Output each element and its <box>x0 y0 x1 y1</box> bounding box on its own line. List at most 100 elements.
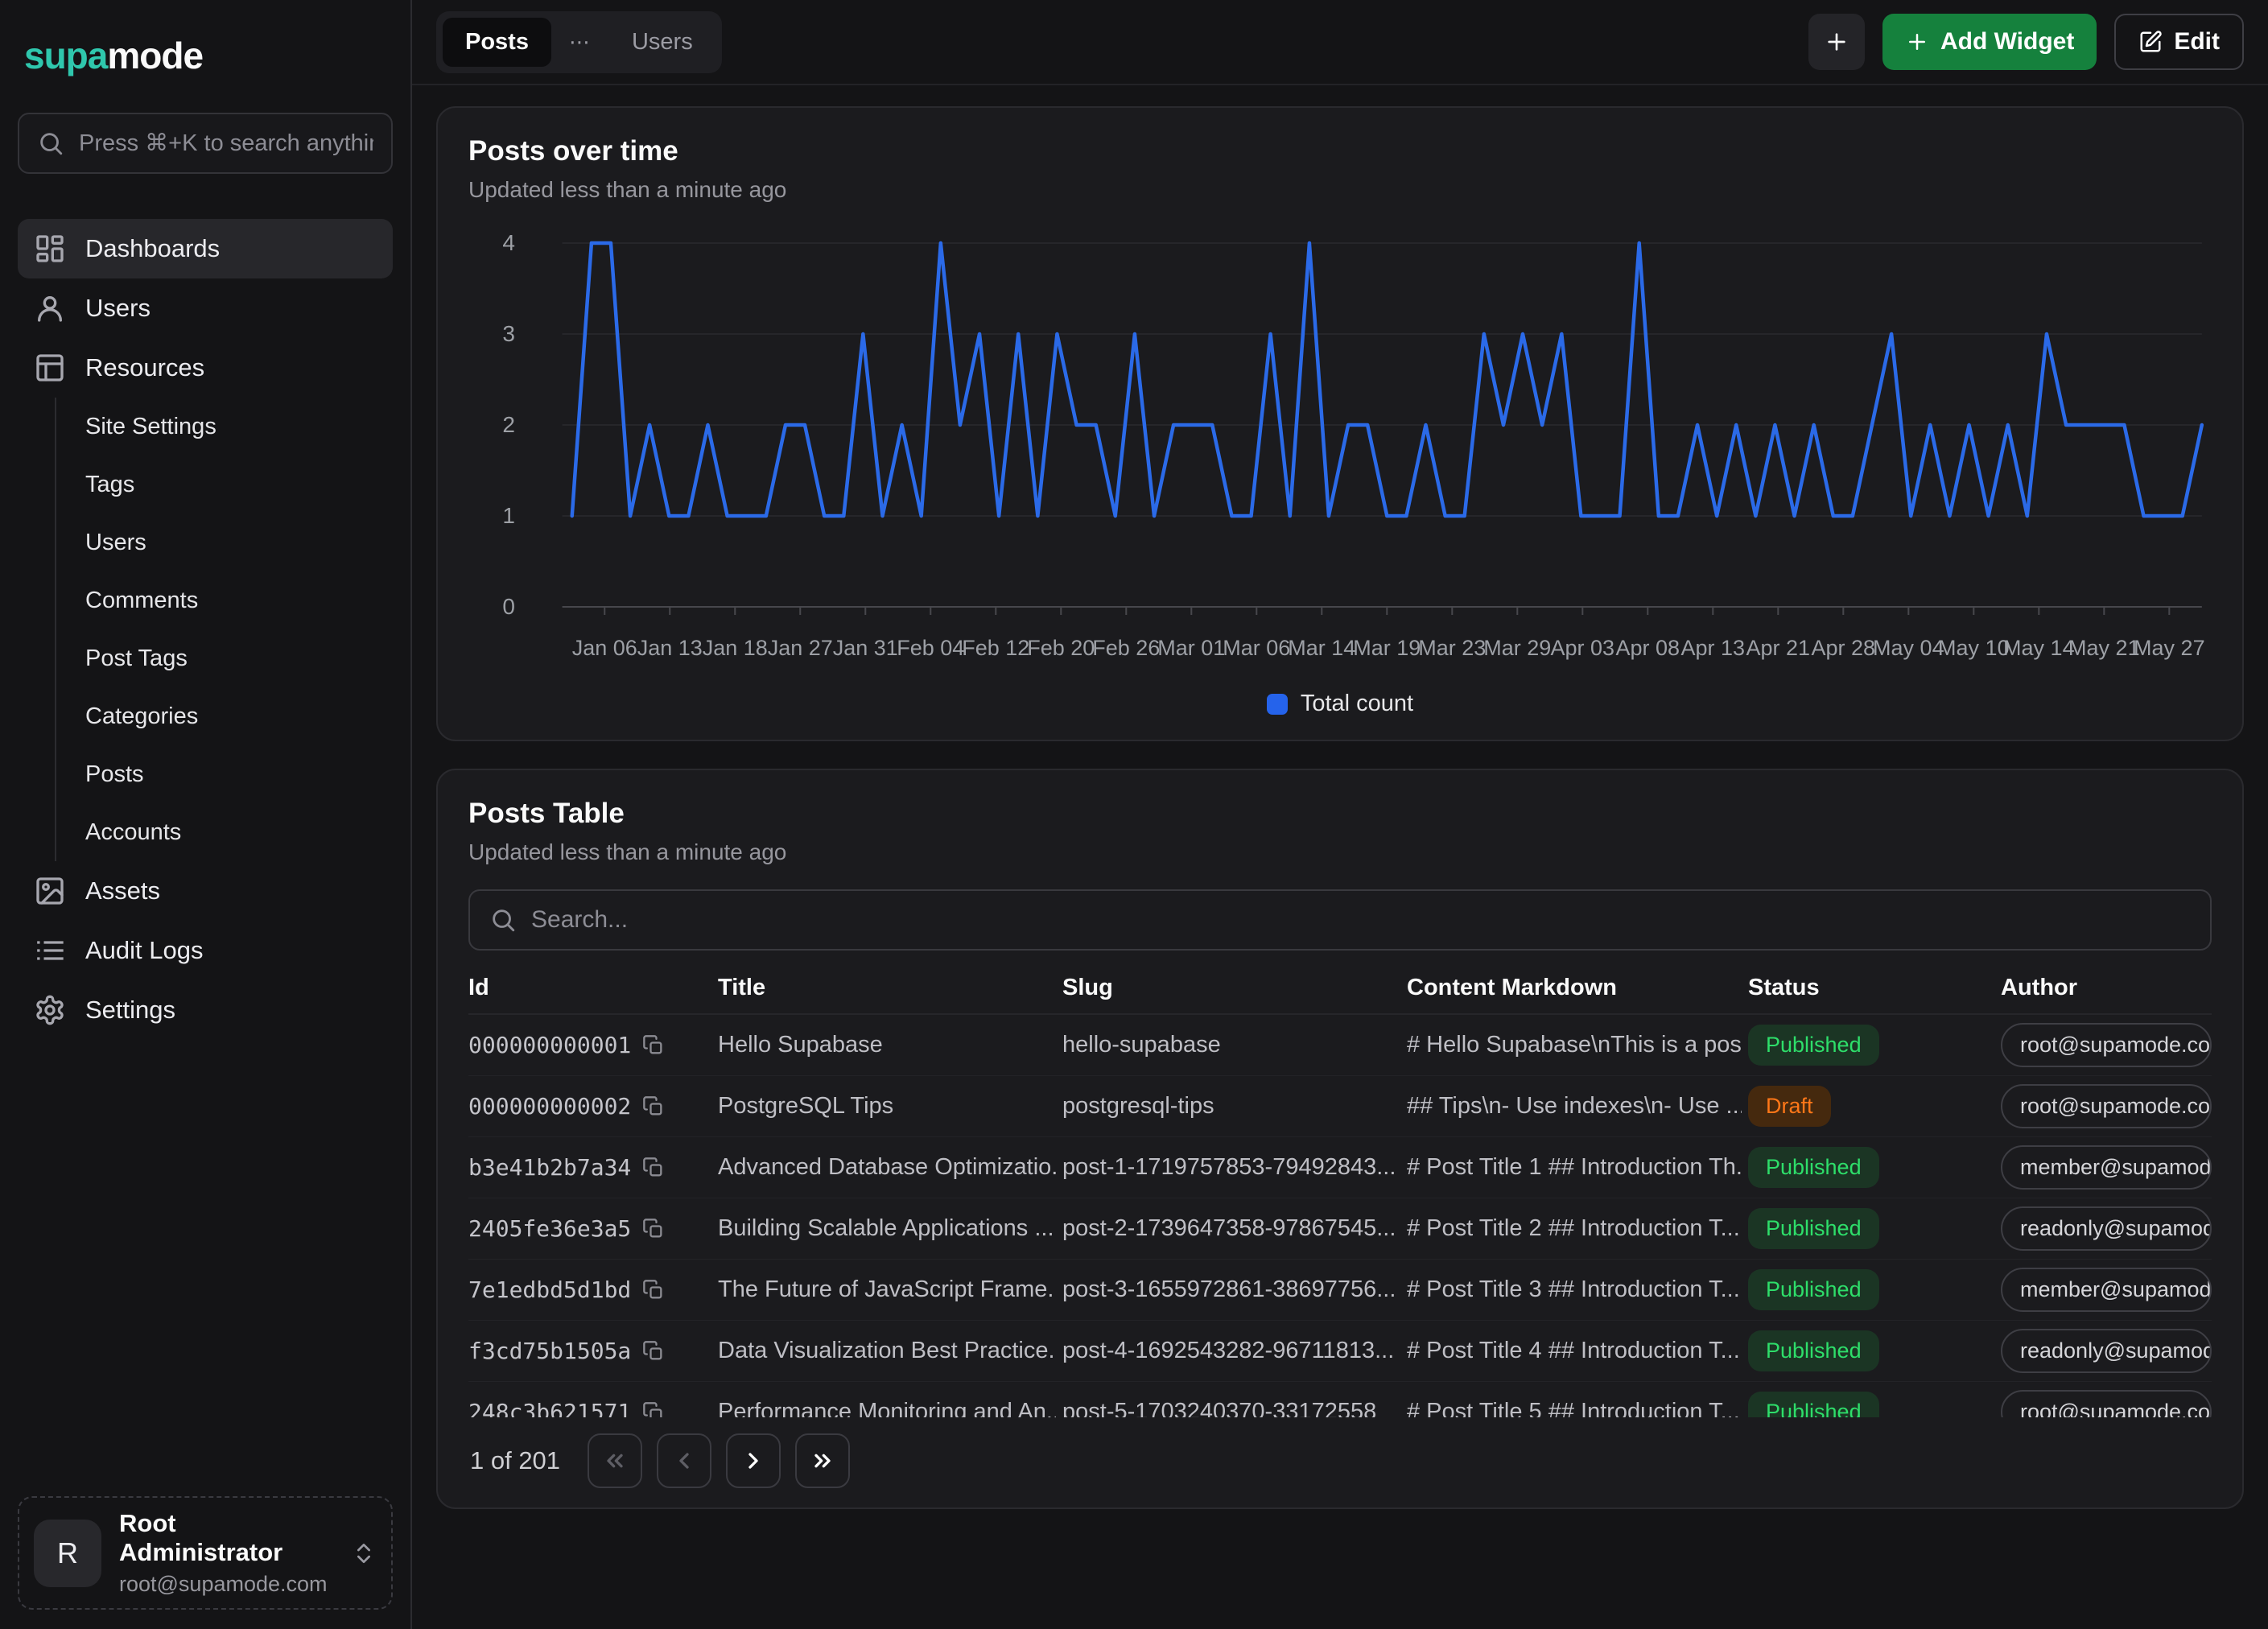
search-icon <box>37 130 64 157</box>
add-tab-button[interactable] <box>1808 14 1865 70</box>
topbar: Posts ⋯ Users Add Widget Edit <box>412 0 2268 85</box>
sidebar-item-label: Assets <box>85 876 160 905</box>
row-content: # Post Title 1 ## Introduction Th... <box>1407 1154 1742 1181</box>
sidebar-nav: Dashboards Users Resources Site Settings… <box>18 219 393 1040</box>
sidebar-item-assets[interactable]: Assets <box>18 861 393 921</box>
row-title: The Future of JavaScript Frame... <box>718 1276 1056 1303</box>
x-tick-label: Mar 23 <box>1418 636 1486 661</box>
col-status: Status <box>1748 975 1994 1001</box>
table-row[interactable]: 2405fe36e3a5 Building Scalable Applicati… <box>468 1198 2212 1260</box>
table-row[interactable]: f3cd75b1505a Data Visualization Best Pra… <box>468 1321 2212 1382</box>
row-id: b3e41b2b7a34 <box>468 1154 631 1181</box>
pagination-next-button[interactable] <box>726 1433 781 1488</box>
status-badge: Published <box>1748 1147 1879 1188</box>
sidebar-item-settings[interactable]: Settings <box>18 980 393 1040</box>
tab-posts[interactable]: Posts <box>443 18 551 67</box>
sidebar-subitem-comments[interactable]: Comments <box>56 571 393 629</box>
y-tick-label: 0 <box>502 594 515 620</box>
row-title: Data Visualization Best Practice... <box>718 1338 1056 1364</box>
row-content: # Post Title 4 ## Introduction T... <box>1407 1338 1742 1364</box>
tab-users[interactable]: Users <box>609 18 715 67</box>
row-slug: post-2-1739647358-97867545... <box>1062 1215 1400 1242</box>
col-title: Title <box>718 975 1056 1001</box>
x-tick-label: Feb 20 <box>1027 636 1095 661</box>
author-link[interactable]: readonly@supamode.com <box>2001 1206 2212 1251</box>
table-row[interactable]: 000000000001 Hello Supabase hello-supaba… <box>468 1015 2212 1076</box>
x-tick-label: Feb 04 <box>897 636 964 661</box>
author-link[interactable]: root@supamode.com <box>2001 1390 2212 1417</box>
x-tick-label: May 21 <box>2068 636 2140 661</box>
sidebar-item-label: Settings <box>85 996 175 1025</box>
author-link[interactable]: root@supamode.com <box>2001 1084 2212 1128</box>
x-tick-label: May 04 <box>1873 636 1944 661</box>
sidebar-item-audit-logs[interactable]: Audit Logs <box>18 921 393 980</box>
sidebar-item-dashboards[interactable]: Dashboards <box>18 219 393 278</box>
copy-icon[interactable] <box>642 1157 665 1179</box>
copy-icon[interactable] <box>642 1279 665 1301</box>
image-icon <box>34 875 66 907</box>
author-link[interactable]: member@supamode.com <box>2001 1268 2212 1312</box>
x-tick-label: Apr 28 <box>1812 636 1876 661</box>
logo-mode: mode <box>107 35 203 76</box>
logo-supa: supa <box>24 35 107 76</box>
user-icon <box>34 292 66 324</box>
user-name: Root Administrator <box>119 1509 333 1567</box>
sidebar-subitem-categories[interactable]: Categories <box>56 687 393 745</box>
edit-button[interactable]: Edit <box>2114 14 2244 70</box>
list-icon <box>34 934 66 967</box>
row-id: 248c3b621571 <box>468 1399 631 1417</box>
x-tick-label: May 10 <box>1938 636 2010 661</box>
status-badge: Published <box>1748 1025 1879 1066</box>
row-content: # Post Title 3 ## Introduction T... <box>1407 1276 1742 1303</box>
table-row[interactable]: 000000000002 PostgreSQL Tips postgresql-… <box>468 1076 2212 1137</box>
pagination-first-button[interactable] <box>588 1433 642 1488</box>
chart-plot[interactable] <box>530 230 2212 625</box>
table-row[interactable]: 7e1edbd5d1bd The Future of JavaScript Fr… <box>468 1260 2212 1321</box>
table-search[interactable] <box>468 889 2212 951</box>
table-row[interactable]: 248c3b621571 Performance Monitoring and … <box>468 1382 2212 1417</box>
x-tick-label: Feb 26 <box>1092 636 1160 661</box>
global-search[interactable] <box>18 113 393 174</box>
row-id: f3cd75b1505a <box>468 1338 631 1364</box>
author-link[interactable]: readonly@supamode.com <box>2001 1329 2212 1373</box>
x-tick-label: Apr 08 <box>1616 636 1680 661</box>
col-id: Id <box>468 975 711 1001</box>
tab-overflow[interactable]: ⋯ <box>556 19 604 66</box>
pagination: 1 of 201 <box>468 1417 2212 1493</box>
copy-icon[interactable] <box>642 1218 665 1240</box>
add-widget-button[interactable]: Add Widget <box>1882 14 2097 70</box>
row-id: 000000000002 <box>468 1093 631 1120</box>
pagination-prev-button[interactable] <box>657 1433 711 1488</box>
posts-table-card: Posts Table Updated less than a minute a… <box>436 769 2244 1509</box>
copy-icon[interactable] <box>642 1401 665 1418</box>
sidebar-subitem-tags[interactable]: Tags <box>56 456 393 513</box>
global-search-input[interactable] <box>79 130 373 157</box>
sidebar-item-resources[interactable]: Resources <box>18 338 393 398</box>
copy-icon[interactable] <box>642 1095 665 1118</box>
search-icon <box>489 906 517 934</box>
sidebar-subitem-site-settings[interactable]: Site Settings <box>56 398 393 456</box>
table-row[interactable]: b3e41b2b7a34 Advanced Database Optimizat… <box>468 1137 2212 1198</box>
user-menu[interactable]: R Root Administrator root@supamode.com <box>18 1496 393 1610</box>
sidebar-subitem-accounts[interactable]: Accounts <box>56 803 393 861</box>
pagination-last-button[interactable] <box>795 1433 850 1488</box>
sidebar-item-users[interactable]: Users <box>18 278 393 338</box>
sidebar-subitem-posts[interactable]: Posts <box>56 745 393 803</box>
sidebar-subitem-post-tags[interactable]: Post Tags <box>56 629 393 687</box>
sidebar-subitem-users[interactable]: Users <box>56 513 393 571</box>
copy-icon[interactable] <box>642 1034 665 1057</box>
x-tick-label: May 14 <box>2003 636 2075 661</box>
x-tick-label: Jan 06 <box>572 636 637 661</box>
plus-icon <box>1824 29 1849 55</box>
user-email: root@supamode.com <box>119 1572 333 1597</box>
x-tick-label: Jan 27 <box>768 636 833 661</box>
sidebar-item-label: Resources <box>85 353 204 382</box>
status-badge: Published <box>1748 1330 1879 1371</box>
author-link[interactable]: member@supamode.com <box>2001 1145 2212 1190</box>
chevrons-up-down-icon <box>351 1540 377 1566</box>
chevron-right-icon <box>740 1448 766 1474</box>
author-link[interactable]: root@supamode.com <box>2001 1023 2212 1067</box>
col-content: Content Markdown <box>1407 975 1742 1001</box>
table-search-input[interactable] <box>531 906 2191 934</box>
copy-icon[interactable] <box>642 1340 665 1363</box>
